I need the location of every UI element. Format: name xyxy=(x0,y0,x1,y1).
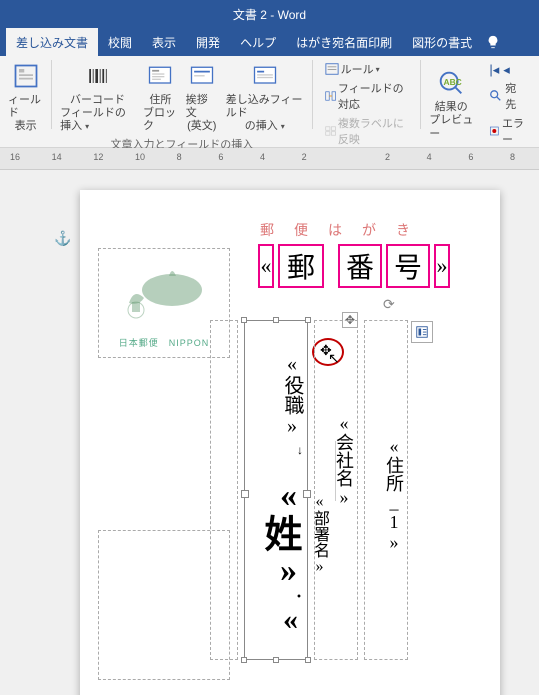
kana-char: 郵 xyxy=(260,220,274,240)
match-fields-icon xyxy=(325,89,336,103)
error-check-icon xyxy=(489,124,500,138)
postal-code-cell[interactable]: » xyxy=(434,244,450,288)
textbox-spacer[interactable] xyxy=(210,320,238,660)
tab-mailings[interactable]: 差し込み文書 xyxy=(6,28,98,57)
postal-code-cell[interactable]: 号 xyxy=(386,244,430,288)
update-labels-button: 複数ラベルに反映 xyxy=(321,114,413,148)
insert-merge-field-button[interactable]: 差し込みフィールド の挿入 ▾ xyxy=(222,58,308,136)
anchor-icon: ⚓ xyxy=(54,230,71,247)
middle-dot: ・ xyxy=(245,589,307,603)
search-icon xyxy=(489,89,503,103)
postcard-kana-row: 郵便はがき xyxy=(260,220,410,240)
postal-code-row[interactable]: «郵番号» xyxy=(258,244,450,288)
recipient-columns: «役職» ↓ « 姓 » ・ « ✥ ↖ «会社名» xyxy=(210,320,408,660)
ribbon-group-preview: ABC 結果の プレビュー |◂ ◂ 宛先 エラー 結果の xyxy=(421,56,539,147)
highlight-merge-fields-button[interactable]: ィールド 表示 xyxy=(4,58,47,136)
tab-tell-me[interactable] xyxy=(482,29,504,55)
merge-field-department: «部署名» xyxy=(307,413,331,575)
kana-char: は xyxy=(328,220,342,240)
merge-field-surname: 姓 xyxy=(245,514,307,552)
ribbon: ィールド 表示 バーコード フィールドの挿入 ▾ 住所 ブロック xyxy=(0,56,539,148)
merge-field-address: «住所_1» xyxy=(365,436,407,552)
horizontal-ruler[interactable]: 16 14 12 10 8 6 4 2 2 4 6 8 xyxy=(0,148,539,170)
ruler-tick: 10 xyxy=(135,152,145,162)
match-fields-button[interactable]: フィールドの対応 xyxy=(321,79,413,113)
greeting-line-button[interactable]: 挨拶文 (英文) xyxy=(182,58,222,136)
page: 郵便はがき «郵番号» ⟳ 日本郵便 NIPPON ✥ xyxy=(80,190,500,695)
highlight-fields-icon xyxy=(10,60,42,92)
ruler-tick: 16 xyxy=(10,152,20,162)
preview-results-icon: ABC xyxy=(435,67,467,99)
prev-record-icon[interactable]: ◂ xyxy=(503,62,510,78)
textbox-company-dept[interactable]: «会社名» «部署名» xyxy=(314,320,358,660)
dolphin-icon xyxy=(114,258,214,330)
textbox-role-surname[interactable]: «役職» ↓ « 姓 » ・ « xyxy=(244,320,308,660)
merge-field-role: «役職» xyxy=(245,353,307,437)
postal-code-cell[interactable]: 郵 xyxy=(278,244,324,288)
ruler-tick: 8 xyxy=(177,152,182,162)
layout-options-button[interactable] xyxy=(411,321,433,343)
layout-options-icon xyxy=(415,325,429,339)
barcode-icon xyxy=(82,60,114,92)
kana-char: が xyxy=(362,220,376,240)
greeting-icon xyxy=(186,60,218,92)
title-bar: 文書 2 - Word xyxy=(0,0,539,28)
find-recipient-button[interactable]: 宛先 xyxy=(485,79,531,113)
kana-char: 便 xyxy=(294,220,308,240)
ruler-tick: 6 xyxy=(218,152,223,162)
tab-hagaki[interactable]: はがき宛名面印刷 xyxy=(286,28,402,57)
ruler-tick: 6 xyxy=(468,152,473,162)
stamp-caption: 日本郵便 NIPPON xyxy=(119,336,210,349)
down-arrow-icon: ↓ xyxy=(245,437,307,457)
tab-view[interactable]: 表示 xyxy=(142,28,186,57)
first-record-icon[interactable]: |◂ xyxy=(489,62,499,78)
preview-results-button[interactable]: ABC 結果の プレビュー xyxy=(425,65,477,143)
update-labels-icon xyxy=(325,124,336,138)
check-errors-button[interactable]: エラー xyxy=(485,114,531,148)
ruler-tick: 14 xyxy=(52,152,62,162)
address-block-icon xyxy=(144,60,176,92)
tab-developer[interactable]: 開発 xyxy=(186,28,230,57)
ruler-tick: 2 xyxy=(385,152,390,162)
ribbon-group-options: ルール ▾ フィールドの対応 複数ラベルに反映 xyxy=(313,56,421,147)
rules-icon xyxy=(325,62,339,76)
document-area[interactable]: ⚓ 郵便はがき «郵番号» ⟳ 日本郵便 NIPPON ✥ xyxy=(0,170,539,695)
ruler-tick: 2 xyxy=(302,152,307,162)
ruler-tick: 12 xyxy=(93,152,103,162)
doc-title: 文書 2 - Word xyxy=(233,6,306,23)
address-block-button[interactable]: 住所 ブロック xyxy=(139,58,182,136)
tab-shape-format[interactable]: 図形の書式 xyxy=(402,28,482,57)
lightbulb-icon xyxy=(486,35,500,49)
ruler-tick: 8 xyxy=(510,152,515,162)
ribbon-group-write-insert: バーコード フィールドの挿入 ▾ 住所 ブロック 挨拶文 (英文) xyxy=(52,56,312,147)
postal-code-cell[interactable]: 番 xyxy=(338,244,382,288)
rules-button[interactable]: ルール ▾ xyxy=(321,60,413,78)
barcode-field-button[interactable]: バーコード フィールドの挿入 ▾ xyxy=(56,58,139,136)
tab-help[interactable]: ヘルプ xyxy=(230,28,286,57)
ruler-tick: 4 xyxy=(260,152,265,162)
insert-merge-field-icon xyxy=(249,60,281,92)
ribbon-group-highlight: ィールド 表示 xyxy=(0,56,51,147)
chevron-down-icon: ▾ xyxy=(376,65,380,74)
svg-text:ABC: ABC xyxy=(444,77,462,87)
ribbon-tabs: 差し込み文書 校閲 表示 開発 ヘルプ はがき宛名面印刷 図形の書式 xyxy=(0,28,539,56)
record-nav: |◂ ◂ xyxy=(485,58,531,78)
textbox-address[interactable]: «住所_1» xyxy=(364,320,408,660)
postal-code-cell[interactable]: « xyxy=(258,244,274,288)
tab-review[interactable]: 校閲 xyxy=(98,28,142,57)
ruler-tick: 4 xyxy=(427,152,432,162)
rotate-handle-icon[interactable]: ⟳ xyxy=(383,296,395,313)
kana-char: き xyxy=(396,220,410,240)
